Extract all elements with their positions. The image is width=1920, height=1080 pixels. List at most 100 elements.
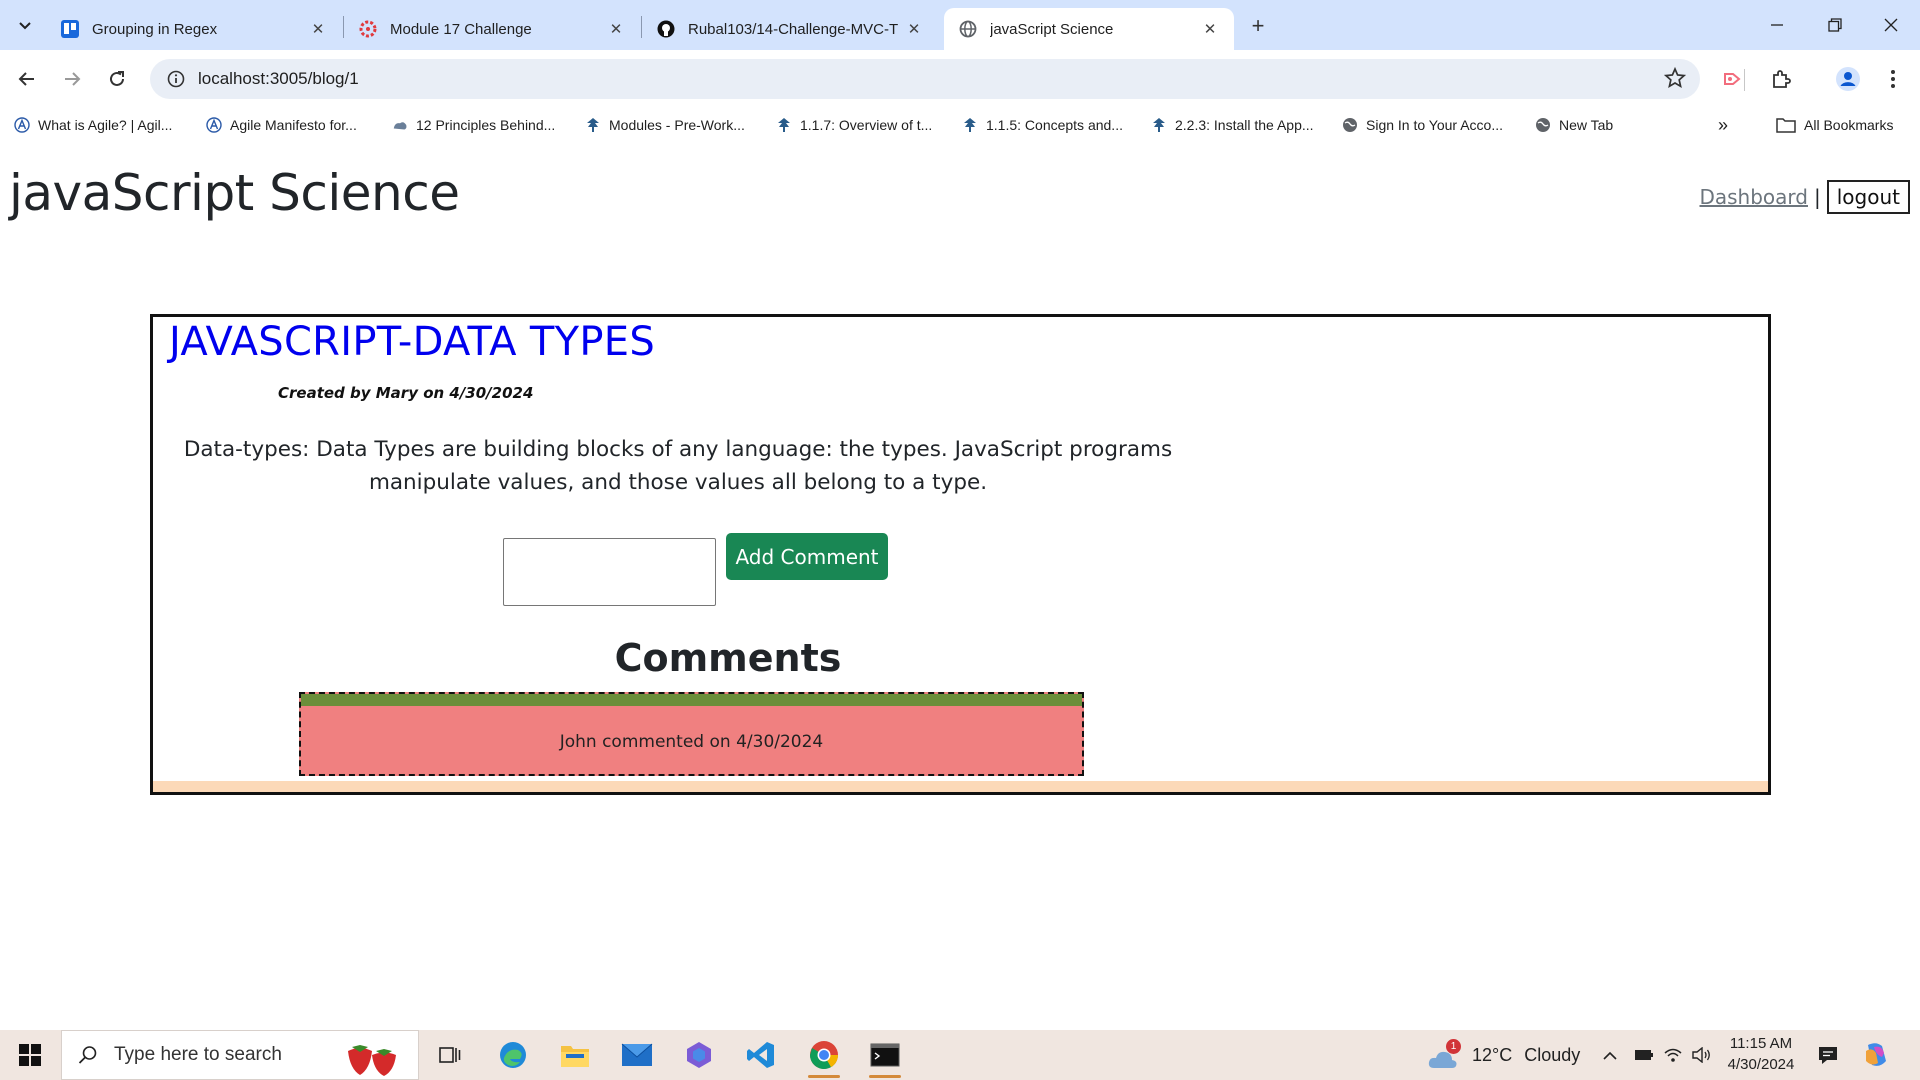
trello-icon [60, 19, 80, 39]
bookmark-item[interactable]: New Tab [1535, 114, 1613, 136]
edge-icon [500, 1042, 526, 1068]
double-chevron-right-icon: » [1718, 114, 1729, 135]
cloud-weather-icon: 1 [1428, 1039, 1462, 1070]
all-bookmarks-button[interactable]: All Bookmarks [1776, 114, 1893, 136]
dashboard-link[interactable]: Dashboard [1699, 185, 1808, 209]
nav-separator: | [1814, 185, 1821, 209]
browser-toolbar: localhost:3005/blog/1 [0, 50, 1920, 108]
taskbar-search-box[interactable]: Type here to search [61, 1030, 419, 1080]
bootcamp-tree-icon [962, 117, 978, 133]
windows-logo-icon [19, 1044, 41, 1066]
reload-icon [110, 71, 124, 86]
post-body: Data-types: Data Types are building bloc… [183, 437, 1173, 495]
site-info-icon[interactable] [156, 70, 196, 88]
bookmark-item[interactable]: Agile Manifesto for... [206, 114, 357, 136]
arrow-left-icon [18, 72, 34, 86]
taskbar-copilot-app[interactable] [671, 1030, 727, 1080]
chevron-up-icon [1603, 1051, 1617, 1060]
forward-button[interactable] [54, 61, 90, 97]
weather-widget[interactable]: 1 12°C Cloudy [1428, 1030, 1580, 1080]
more-bookmarks-button[interactable]: » [1718, 114, 1728, 136]
chrome-icon [810, 1041, 838, 1069]
bookmark-label: New Tab [1559, 117, 1614, 133]
taskbar-terminal-app[interactable] [857, 1030, 913, 1080]
show-hidden-icons-button[interactable] [1602, 1030, 1618, 1080]
taskbar-edge-app[interactable] [485, 1030, 541, 1080]
bookmark-label: Sign In to Your Acco... [1366, 117, 1503, 133]
globe-icon [958, 19, 978, 39]
toolbar-divider [1744, 69, 1745, 91]
kebab-menu-icon[interactable] [1877, 63, 1909, 95]
bookmark-item[interactable]: Modules - Pre-Work... [585, 114, 745, 136]
cloud-bird-icon [392, 117, 408, 133]
close-icon[interactable]: ✕ [1200, 19, 1220, 39]
extensions-puzzle-icon[interactable] [1765, 63, 1797, 95]
reload-button[interactable] [99, 61, 135, 97]
notifications-button[interactable] [1817, 1030, 1839, 1080]
tab-javascript-science[interactable]: javaScript Science ✕ [944, 8, 1234, 50]
taskbar-file-explorer-app[interactable] [547, 1030, 603, 1080]
bookmark-label: 1.1.7: Overview of t... [800, 117, 933, 133]
start-button[interactable] [0, 1030, 60, 1080]
minimize-button[interactable] [1748, 0, 1806, 50]
tab-search-button[interactable] [8, 9, 42, 41]
back-button[interactable] [9, 61, 45, 97]
search-icon [78, 1046, 97, 1064]
bookmark-star-icon[interactable] [1663, 66, 1687, 94]
bookmark-item[interactable]: 1.1.5: Concepts and... [962, 114, 1123, 136]
clock-time: 11:15 AM [1729, 1035, 1793, 1052]
bookmark-item[interactable]: Sign In to Your Acco... [1342, 114, 1503, 136]
mail-icon [621, 1043, 653, 1066]
task-view-icon [439, 1047, 461, 1063]
taskbar-vscode-app[interactable] [733, 1030, 789, 1080]
plus-icon: + [1251, 13, 1265, 38]
tab-module-17-challenge[interactable]: Module 17 Challenge ✕ [344, 8, 640, 50]
address-bar[interactable]: localhost:3005/blog/1 [150, 59, 1700, 99]
comment-textarea[interactable] [503, 538, 716, 606]
bookmarks-bar: What is Agile? | Agil... Agile Manifesto… [0, 108, 1920, 142]
site-title: javaScript Science [9, 164, 460, 222]
tab-grouping-in-regex[interactable]: Grouping in Regex ✕ [46, 8, 342, 50]
site-nav: Dashboard | logout [1699, 180, 1910, 214]
restore-icon [1828, 18, 1842, 32]
close-icon[interactable]: ✕ [308, 19, 328, 39]
restore-button[interactable] [1806, 0, 1864, 50]
folder-icon [1776, 117, 1796, 133]
copilot-tray-button[interactable] [1862, 1030, 1890, 1080]
taskbar-chrome-app[interactable] [796, 1030, 852, 1080]
tab-strip: Grouping in Regex ✕ Module 17 Challenge … [0, 0, 1920, 50]
minimize-icon [1771, 24, 1783, 26]
url-text[interactable]: localhost:3005/blog/1 [198, 69, 359, 89]
bookmark-item[interactable]: 2.2.3: Install the App... [1151, 114, 1314, 136]
close-icon[interactable]: ✕ [606, 19, 626, 39]
tab-github-repo[interactable]: Rubal103/14-Challenge-MVC-T ✕ [642, 8, 938, 50]
network-indicator[interactable] [1664, 1030, 1682, 1080]
copilot-icon [687, 1042, 711, 1068]
bookmark-label: 12 Principles Behind... [416, 117, 556, 133]
add-comment-button[interactable]: Add Comment [726, 533, 888, 580]
bookmark-item[interactable]: What is Agile? | Agil... [14, 114, 172, 136]
bookmark-label: What is Agile? | Agil... [38, 117, 173, 133]
chevron-down-icon [19, 22, 31, 30]
new-tab-button[interactable]: + [1244, 12, 1272, 40]
battery-indicator[interactable] [1634, 1030, 1654, 1080]
globe-icon [1342, 117, 1358, 133]
page-content: javaScript Science Dashboard | logout JA… [0, 142, 1920, 1030]
bookmark-item[interactable]: 1.1.7: Overview of t... [776, 114, 932, 136]
task-view-button[interactable] [422, 1030, 478, 1080]
close-icon[interactable]: ✕ [904, 19, 924, 39]
canvas-icon [358, 19, 378, 39]
bookmark-label: Agile Manifesto for... [230, 117, 357, 133]
logout-button[interactable]: logout [1826, 180, 1910, 214]
taskbar-mail-app[interactable] [609, 1030, 665, 1080]
bookmark-item[interactable]: 12 Principles Behind... [392, 114, 555, 136]
system-clock[interactable]: 11:15 AM 4/30/2024 [1716, 1033, 1806, 1075]
close-window-button[interactable] [1862, 0, 1920, 50]
profile-avatar-icon[interactable] [1832, 63, 1864, 95]
weather-alert-badge: 1 [1446, 1039, 1461, 1054]
bookmark-label: 1.1.5: Concepts and... [986, 117, 1123, 133]
volume-indicator[interactable] [1692, 1030, 1712, 1080]
bootcamp-tree-icon [776, 117, 792, 133]
tab-title: javaScript Science [990, 20, 1114, 38]
card-footer-strip [153, 781, 1768, 792]
